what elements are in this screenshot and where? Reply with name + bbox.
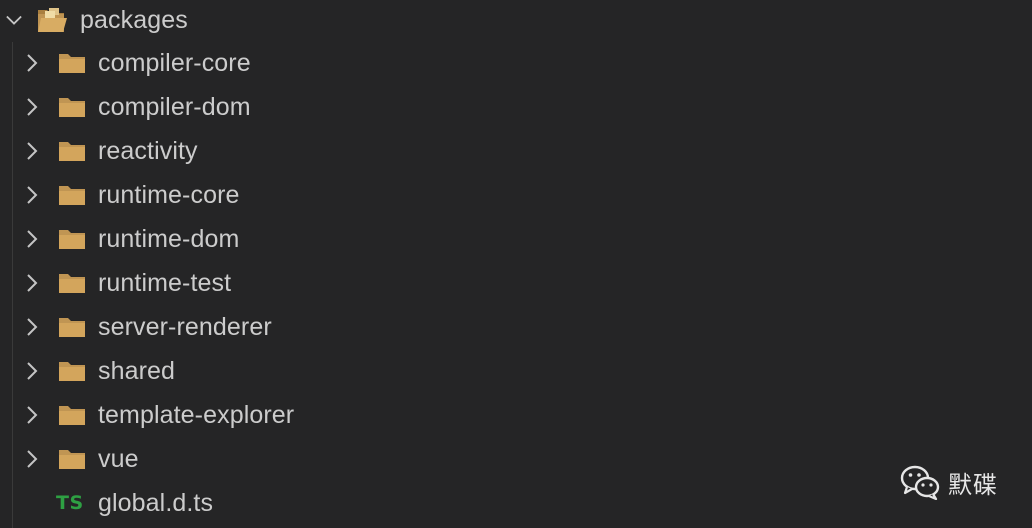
folder-open-icon [36, 6, 68, 34]
tree-item-label: packages [80, 5, 188, 34]
tree-item-runtime-dom[interactable]: runtime-dom [0, 217, 1032, 261]
tree-item-label: runtime-core [98, 180, 240, 209]
tree-item-label: reactivity [98, 136, 198, 165]
chevron-right-icon[interactable] [24, 318, 40, 336]
tree-item-vue[interactable]: vue [0, 437, 1032, 481]
tree-item-label: shared [98, 356, 176, 385]
folder-icon [58, 95, 86, 119]
chevron-down-icon[interactable] [6, 12, 22, 28]
folder-icon [58, 139, 86, 163]
tree-item-template-explorer[interactable]: template-explorer [0, 393, 1032, 437]
folder-icon [58, 51, 86, 75]
file-explorer: packages compiler-core compiler-dom reacti… [0, 0, 1032, 528]
tree-item-packages[interactable]: packages [0, 0, 1032, 42]
chevron-right-icon[interactable] [24, 230, 40, 248]
chevron-right-icon[interactable] [24, 450, 40, 468]
chevron-right-icon[interactable] [24, 98, 40, 116]
tree-item-shared[interactable]: shared [0, 349, 1032, 393]
tree-item-runtime-test[interactable]: runtime-test [0, 261, 1032, 305]
wechat-icon [900, 465, 940, 500]
tree-item-reactivity[interactable]: reactivity [0, 129, 1032, 173]
tree-item-label: compiler-dom [98, 92, 251, 121]
tree-item-label: server-renderer [98, 312, 272, 341]
tree-item-label: vue [98, 444, 139, 473]
chevron-right-icon[interactable] [24, 142, 40, 160]
chevron-right-icon[interactable] [24, 54, 40, 72]
folder-icon [58, 359, 86, 383]
folder-icon [58, 271, 86, 295]
folder-icon [58, 403, 86, 427]
tree-item-compiler-dom[interactable]: compiler-dom [0, 85, 1032, 129]
watermark: 默碟 [900, 464, 998, 500]
chevron-right-icon[interactable] [24, 362, 40, 380]
tree-item-label: compiler-core [98, 48, 251, 77]
tree-item-label: template-explorer [98, 400, 295, 429]
tree-item-label: global.d.ts [98, 488, 214, 517]
tree-item-label: runtime-dom [98, 224, 240, 253]
watermark-text: 默碟 [948, 470, 998, 499]
chevron-right-icon[interactable] [24, 406, 40, 424]
typescript-icon: TS [56, 492, 84, 514]
chevron-right-icon[interactable] [24, 274, 40, 292]
folder-icon [58, 183, 86, 207]
folder-icon [58, 315, 86, 339]
folder-icon [58, 227, 86, 251]
tree-item-server-renderer[interactable]: server-renderer [0, 305, 1032, 349]
tree-item-runtime-core[interactable]: runtime-core [0, 173, 1032, 217]
tree-item-label: runtime-test [98, 268, 232, 297]
chevron-right-icon[interactable] [24, 186, 40, 204]
tree-item-compiler-core[interactable]: compiler-core [0, 41, 1032, 85]
folder-icon [58, 447, 86, 471]
tree-item-global-d-ts[interactable]: TS global.d.ts [0, 481, 1032, 525]
